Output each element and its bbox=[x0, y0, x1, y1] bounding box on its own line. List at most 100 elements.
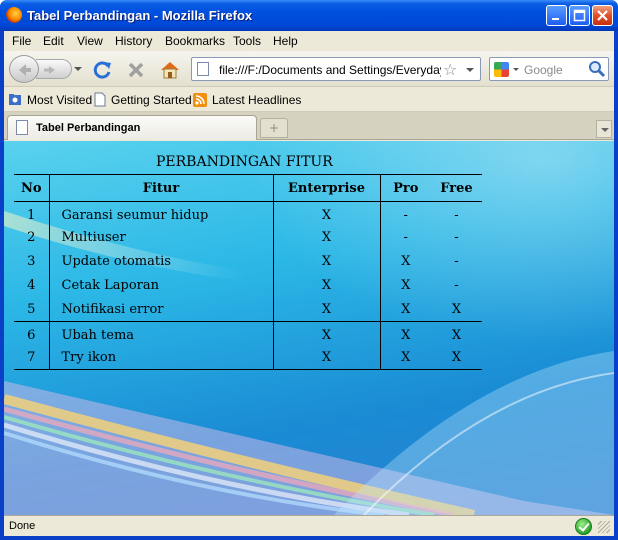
cell-free: - bbox=[454, 207, 459, 223]
table-header-row: No Fitur Enterprise Pro Free bbox=[14, 174, 482, 202]
cell-pro: X bbox=[401, 278, 411, 293]
maximize-icon bbox=[573, 9, 586, 22]
table-row: 1 Garansi seumur hidup X - - bbox=[14, 201, 482, 226]
star-icon[interactable]: ☆ bbox=[443, 60, 457, 79]
cell-free: X bbox=[431, 345, 482, 370]
cell-enterprise: X bbox=[273, 201, 381, 226]
back-arrow-icon bbox=[19, 64, 31, 76]
cell-free: - bbox=[454, 230, 459, 245]
table-row: 6 Ubah tema X X X bbox=[14, 321, 482, 346]
browser-client: File Edit View History Bookmarks Tools H… bbox=[4, 31, 614, 536]
history-dropdown-icon[interactable] bbox=[74, 67, 82, 71]
cell-fitur: Update otomatis bbox=[49, 249, 274, 274]
bookmark-latest-headlines[interactable]: Latest Headlines bbox=[212, 93, 301, 107]
cell-enterprise: X bbox=[273, 225, 381, 250]
bookmark-folder-icon bbox=[9, 94, 21, 105]
cell-no: 1 bbox=[14, 201, 50, 226]
menu-file[interactable]: File bbox=[12, 34, 31, 48]
page-icon bbox=[197, 62, 209, 76]
cell-pro: X bbox=[401, 254, 411, 269]
search-input[interactable]: Google bbox=[524, 63, 563, 77]
new-tab-button[interactable]: + bbox=[260, 118, 288, 138]
navigation-toolbar: file:///F:/Documents and Settings/Everyd… bbox=[4, 51, 614, 87]
cell-enterprise: X bbox=[273, 297, 381, 322]
page-content: PERBANDINGAN FITUR No Fitur Enterprise P… bbox=[4, 141, 614, 515]
menu-view[interactable]: View bbox=[77, 34, 103, 48]
cell-enterprise: X bbox=[273, 345, 381, 370]
maximize-button[interactable] bbox=[569, 5, 590, 26]
cell-fitur: Cetak Laporan bbox=[49, 273, 274, 298]
cell-no: 3 bbox=[14, 249, 50, 274]
cell-fitur: Notifikasi error bbox=[49, 297, 274, 322]
bookmark-getting-started[interactable]: Getting Started bbox=[111, 93, 192, 107]
minimize-button[interactable] bbox=[546, 5, 567, 26]
cell-no: 4 bbox=[14, 273, 50, 298]
reload-icon[interactable] bbox=[92, 59, 114, 81]
home-icon[interactable] bbox=[159, 59, 181, 81]
cell-free: X bbox=[431, 297, 482, 322]
minimize-icon bbox=[552, 18, 559, 20]
window-title: Tabel Perbandingan - Mozilla Firefox bbox=[27, 8, 253, 23]
status-text: Done bbox=[9, 520, 36, 532]
resize-grip[interactable] bbox=[598, 521, 610, 533]
cell-fitur: Try ikon bbox=[49, 345, 274, 370]
google-icon[interactable] bbox=[494, 62, 509, 77]
close-icon bbox=[597, 10, 608, 21]
url-input[interactable]: file:///F:/Documents and Settings/Everyd… bbox=[219, 63, 441, 77]
cell-free: - bbox=[454, 278, 459, 293]
search-bar[interactable]: Google bbox=[489, 57, 609, 81]
status-bar: Done bbox=[4, 515, 614, 536]
cell-pro: X bbox=[380, 297, 431, 322]
cell-pro: X bbox=[401, 327, 411, 343]
cell-no: 5 bbox=[14, 297, 50, 322]
menu-tools[interactable]: Tools bbox=[233, 34, 261, 48]
table-row: 4 Cetak Laporan X X - bbox=[14, 273, 482, 298]
cell-free: X bbox=[451, 327, 462, 343]
page-icon bbox=[16, 120, 28, 135]
menu-history[interactable]: History bbox=[115, 34, 152, 48]
forward-arrow-icon bbox=[44, 66, 55, 74]
menu-edit[interactable]: Edit bbox=[43, 34, 64, 48]
menu-bar: File Edit View History Bookmarks Tools H… bbox=[4, 31, 614, 51]
cell-enterprise: X bbox=[273, 273, 381, 298]
list-all-tabs-button[interactable] bbox=[596, 120, 612, 138]
cell-enterprise: X bbox=[273, 249, 381, 274]
url-dropdown-icon[interactable] bbox=[466, 68, 474, 72]
bookmark-most-visited[interactable]: Most Visited bbox=[27, 93, 92, 107]
cell-no: 7 bbox=[14, 345, 50, 370]
tab-label: Tabel Perbandingan bbox=[36, 122, 141, 134]
menu-bookmarks[interactable]: Bookmarks bbox=[165, 34, 225, 48]
cell-pro: - bbox=[403, 207, 408, 223]
page-icon bbox=[94, 92, 106, 107]
cell-fitur: Ubah tema bbox=[49, 321, 274, 346]
header-enterprise: Enterprise bbox=[273, 174, 381, 202]
close-button[interactable] bbox=[592, 5, 613, 26]
cell-fitur: Multiuser bbox=[49, 225, 274, 250]
menu-help[interactable]: Help bbox=[273, 34, 298, 48]
check-icon bbox=[575, 518, 592, 535]
stop-icon[interactable] bbox=[125, 59, 147, 81]
forward-button[interactable] bbox=[36, 59, 72, 79]
bookmarks-toolbar: Most Visited Getting Started Latest Head… bbox=[4, 88, 614, 112]
back-button[interactable] bbox=[9, 55, 39, 83]
browser-window: Tabel Perbandingan - Mozilla Firefox Fil… bbox=[0, 0, 618, 540]
header-free: Free bbox=[431, 174, 482, 202]
cell-pro: X bbox=[380, 345, 431, 370]
search-engine-dropdown-icon[interactable] bbox=[513, 68, 519, 71]
tab-tabel-perbandingan[interactable]: Tabel Perbandingan bbox=[7, 115, 257, 140]
tab-strip: Tabel Perbandingan + bbox=[4, 112, 614, 140]
table-title: PERBANDINGAN FITUR bbox=[156, 154, 333, 170]
table-row: 7 Try ikon X X X bbox=[14, 345, 482, 370]
table-row: 5 Notifikasi error X X X bbox=[14, 297, 482, 322]
magnifier-icon[interactable] bbox=[588, 60, 606, 78]
header-no: No bbox=[14, 174, 50, 202]
cell-no: 6 bbox=[14, 321, 50, 346]
address-bar[interactable]: file:///F:/Documents and Settings/Everyd… bbox=[191, 57, 481, 81]
cell-fitur: Garansi seumur hidup bbox=[49, 201, 274, 226]
table-row: 2 Multiuser X - - bbox=[14, 225, 482, 250]
firefox-icon bbox=[6, 7, 22, 23]
header-pro: Pro bbox=[380, 174, 431, 202]
title-bar[interactable]: Tabel Perbandingan - Mozilla Firefox bbox=[0, 0, 618, 31]
header-fitur: Fitur bbox=[49, 174, 274, 202]
back-forward-group bbox=[9, 55, 83, 83]
